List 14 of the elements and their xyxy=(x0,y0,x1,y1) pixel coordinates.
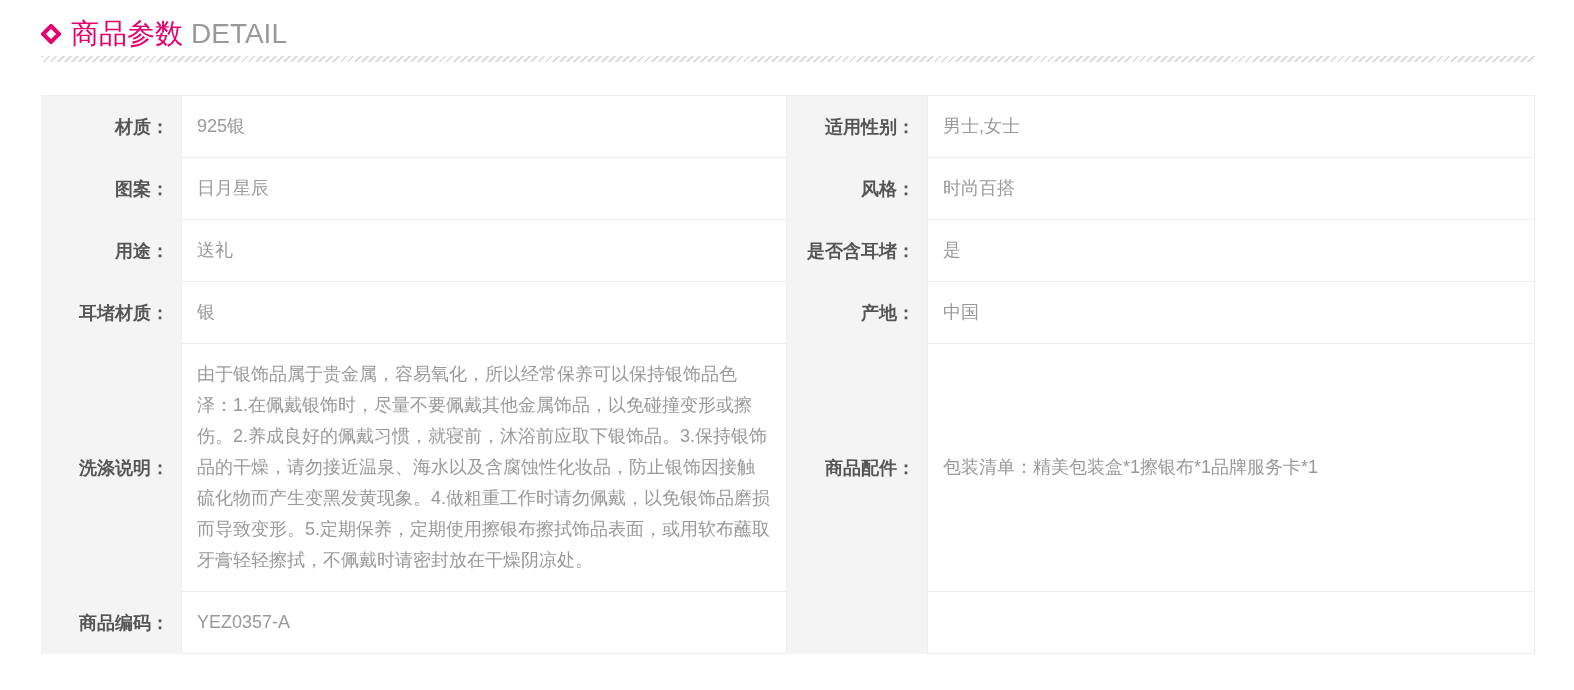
section-title: 商品参数 xyxy=(71,17,183,51)
spec-value: 925银 xyxy=(181,96,787,158)
spec-value: 是 xyxy=(927,220,1535,282)
spec-value: 男士,女士 xyxy=(927,96,1535,158)
spec-value: 包装清单：精美包装盒*1擦银布*1品牌服务卡*1 xyxy=(927,344,1535,592)
spec-value: 由于银饰品属于贵金属，容易氧化，所以经常保养可以保持银饰品色泽：1.在佩戴银饰时，尽量不要佩戴其他金属饰品，以免碰撞变形或擦伤。2.养成良好的佩戴习惯，就寝前，沐浴前应取下银饰品。3.保持银饰品的干燥，请勿接近温泉、海水以及含腐蚀性化妆品，防止银饰因接触硫化物而产生变黑发黄现象。4.做粗重工作时请勿佩戴，以免银饰品磨损而导致变形。5.定期保养，定期使用擦银布擦拭饰品表面，或用软布蘸取牙膏轻轻擦拭，不佩戴时请密封放在干燥阴凉处。 xyxy=(181,344,787,592)
spec-value: 中国 xyxy=(927,282,1535,344)
spec-value: 时尚百搭 xyxy=(927,158,1535,220)
spec-value: 日月星辰 xyxy=(181,158,787,220)
spec-value: 送礼 xyxy=(181,220,787,282)
spec-value: 银 xyxy=(181,282,787,344)
section-subtitle: DETAIL xyxy=(191,18,287,50)
spec-value: YEZ0357-A xyxy=(181,592,787,654)
diamond-icon xyxy=(41,24,61,44)
